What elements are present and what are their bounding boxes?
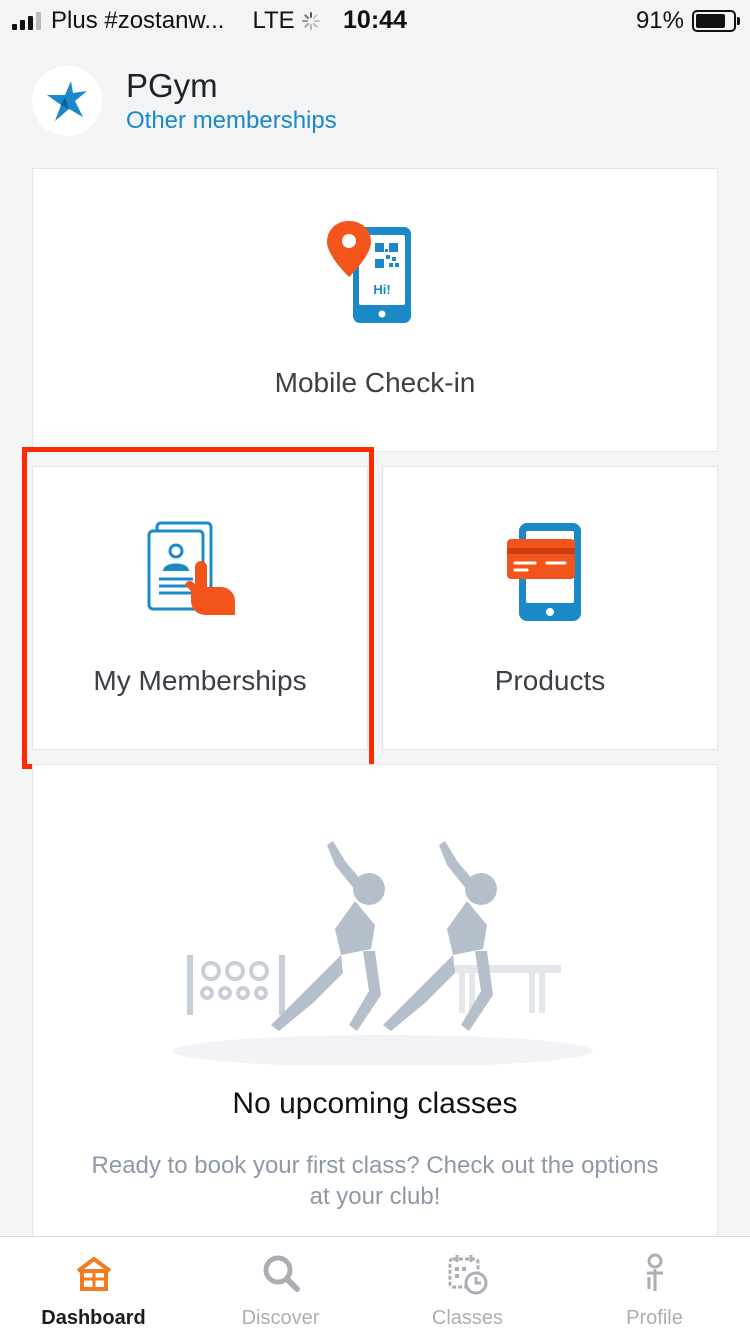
- tab-classes[interactable]: Classes: [374, 1237, 561, 1335]
- no-classes-message: Ready to book your first class? Check ou…: [91, 1152, 659, 1210]
- battery-icon: [692, 10, 740, 32]
- other-memberships-link[interactable]: Other memberships: [126, 106, 337, 136]
- phone-credit-card-icon: [507, 523, 581, 621]
- products-label: Products: [494, 665, 606, 696]
- upcoming-classes-card: No upcoming classes Ready to book your f…: [32, 764, 718, 1244]
- mobile-checkin-tile[interactable]: Hi! Mobile Check-in: [32, 168, 718, 452]
- no-classes-title: No upcoming classes: [232, 1087, 518, 1120]
- status-left: Plus #zostanw... LTE: [12, 7, 321, 35]
- tab-profile-label: Profile: [626, 1307, 683, 1329]
- carrier-name: Plus #zostanw...: [51, 7, 225, 34]
- battery-percent: 91%: [635, 7, 684, 34]
- status-right: 91%: [635, 7, 740, 35]
- tab-dashboard[interactable]: Dashboard: [0, 1237, 187, 1335]
- battery-level: [696, 14, 726, 28]
- network-type: LTE: [252, 7, 295, 34]
- signal-strength-icon: [12, 12, 41, 30]
- home-icon: [76, 1257, 111, 1291]
- phone-qr-checkin-icon: Hi!: [327, 221, 411, 323]
- club-header: PGym Other memberships: [32, 66, 337, 136]
- club-logo: [32, 66, 102, 136]
- membership-card-touch-icon: [147, 521, 235, 615]
- products-tile[interactable]: Products: [382, 466, 718, 750]
- tab-dashboard-label: Dashboard: [41, 1307, 146, 1329]
- club-name: PGym: [126, 67, 218, 104]
- tab-discover[interactable]: Discover: [187, 1237, 374, 1335]
- my-memberships-label: My Memberships: [93, 665, 307, 696]
- my-memberships-tile[interactable]: My Memberships: [32, 466, 368, 750]
- exercise-illustration: [173, 841, 593, 1065]
- mobile-checkin-label: Mobile Check-in: [274, 367, 476, 398]
- tab-bar: Dashboard Discover Classes Profile: [0, 1236, 750, 1335]
- tab-profile[interactable]: Profile: [561, 1237, 748, 1335]
- person-icon: [646, 1253, 663, 1291]
- checkin-hi-badge: Hi!: [373, 282, 390, 297]
- tab-discover-label: Discover: [241, 1307, 320, 1329]
- search-icon: [263, 1255, 300, 1292]
- calendar-clock-icon: [448, 1255, 487, 1295]
- loading-spinner-icon: [301, 12, 320, 30]
- tab-classes-label: Classes: [431, 1307, 504, 1329]
- status-bar: Plus #zostanw... LTE 10:44 91%: [0, 0, 750, 40]
- star-logo-icon: [47, 81, 87, 121]
